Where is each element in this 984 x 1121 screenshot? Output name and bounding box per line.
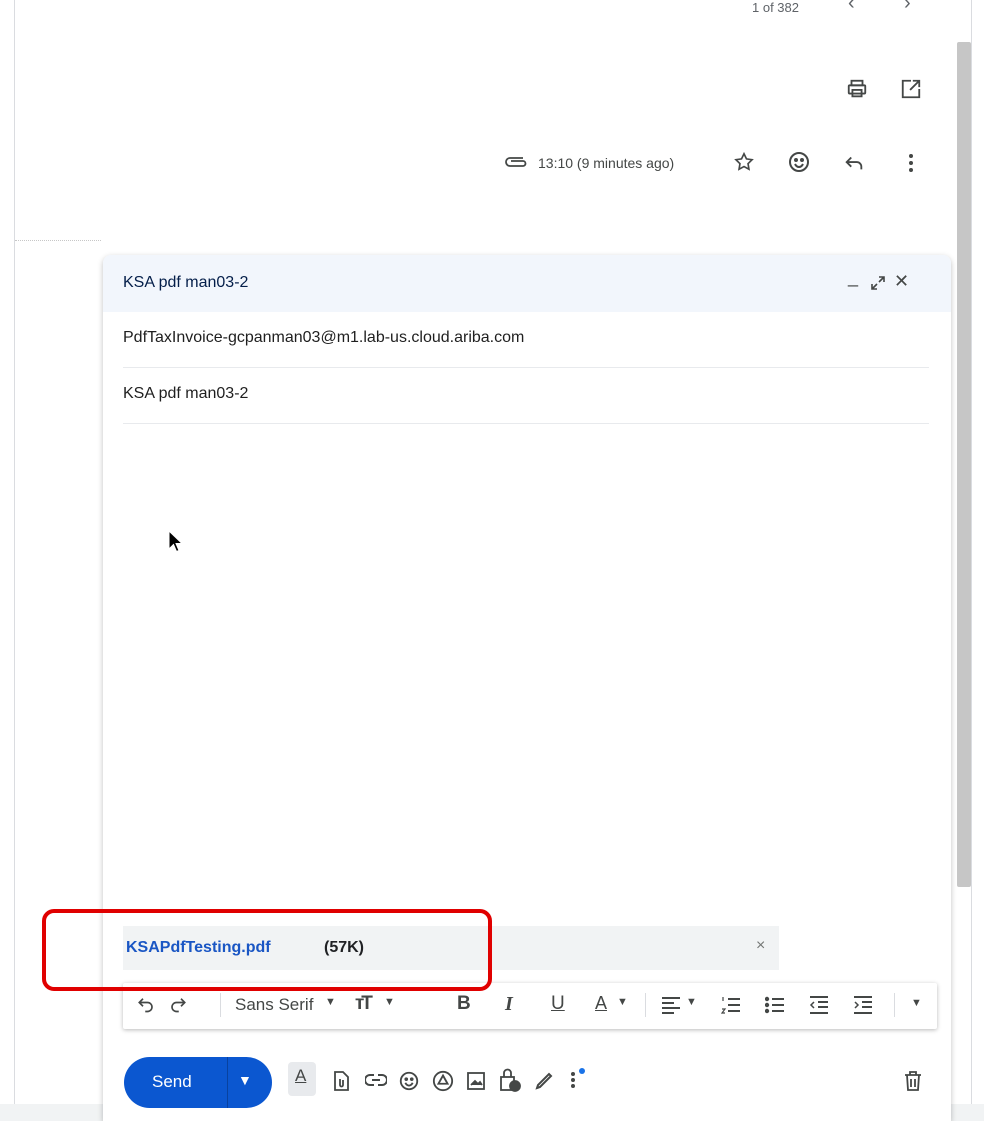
discard-draft-icon[interactable] <box>904 1071 922 1091</box>
send-button[interactable]: Send ▼ <box>124 1057 272 1108</box>
to-value: PdfTaxInvoice-gcpanman03@m1.lab-us.cloud… <box>123 329 525 346</box>
align-icon[interactable] <box>661 996 681 1014</box>
remove-attachment-icon[interactable]: × <box>756 937 765 955</box>
bulleted-list-icon[interactable] <box>765 996 785 1014</box>
underline-icon[interactable]: U <box>551 993 565 1015</box>
text-color-dropdown-icon[interactable]: ▼ <box>617 996 628 1008</box>
message-time: 13:10 (9 minutes ago) <box>538 155 675 171</box>
fullscreen-icon[interactable] <box>870 275 886 291</box>
pagination: 1 of 382 <box>752 0 799 14</box>
redo-icon[interactable] <box>169 995 187 1013</box>
insert-emoji-icon[interactable] <box>398 1070 420 1092</box>
bold-icon[interactable]: B <box>457 993 471 1015</box>
attachment-icon <box>503 153 529 171</box>
send-label: Send <box>152 1072 192 1091</box>
formatting-options-icon[interactable]: A <box>295 1066 306 1086</box>
compose-header[interactable]: KSA pdf man03-2 _ ✕ <box>103 255 951 312</box>
font-family-select[interactable]: Sans Serif <box>235 995 313 1015</box>
text-size-icon[interactable]: ᴛT <box>355 993 373 1015</box>
indent-less-icon[interactable] <box>809 996 829 1014</box>
confidential-mode-icon[interactable] <box>499 1067 521 1093</box>
to-field[interactable]: PdfTaxInvoice-gcpanman03@m1.lab-us.cloud… <box>123 312 929 368</box>
send-options-icon[interactable]: ▼ <box>238 1072 252 1088</box>
emoji-reaction-icon[interactable] <box>787 150 811 174</box>
subject-field[interactable]: KSA pdf man03-2 <box>123 368 929 424</box>
text-color-icon[interactable]: A <box>595 993 607 1014</box>
highlight-box <box>42 909 492 991</box>
subject-value: KSA pdf man03-2 <box>123 385 249 402</box>
signature-pen-icon[interactable] <box>534 1071 554 1091</box>
scrollbar[interactable] <box>957 42 971 887</box>
next-icon[interactable]: › <box>904 0 911 15</box>
divider <box>15 240 101 241</box>
pagination-text: 1 of 382 <box>752 0 799 14</box>
more-options-icon[interactable] <box>568 1068 586 1092</box>
italic-icon[interactable]: I <box>505 993 513 1016</box>
undo-icon[interactable] <box>137 995 155 1013</box>
previous-icon[interactable]: ‹ <box>848 0 855 15</box>
reply-icon[interactable] <box>843 152 865 174</box>
minimize-icon[interactable]: _ <box>848 267 858 288</box>
star-icon[interactable] <box>733 151 755 173</box>
print-icon[interactable] <box>846 78 868 100</box>
insert-link-icon[interactable] <box>365 1073 387 1087</box>
align-dropdown-icon[interactable]: ▼ <box>686 996 697 1008</box>
numbered-list-icon[interactable] <box>721 996 741 1014</box>
toolbar-separator <box>894 993 895 1017</box>
google-drive-icon[interactable] <box>432 1070 454 1092</box>
text-size-dropdown-icon[interactable]: ▼ <box>384 996 395 1008</box>
compose-title: KSA pdf man03-2 <box>123 274 249 291</box>
more-options-icon[interactable] <box>904 152 918 174</box>
more-formatting-icon[interactable]: ▼ <box>911 997 922 1009</box>
close-icon[interactable]: ✕ <box>894 271 909 292</box>
insert-photo-icon[interactable] <box>466 1071 486 1091</box>
font-dropdown-arrow-icon[interactable]: ▼ <box>325 996 336 1008</box>
toolbar-separator <box>645 993 646 1017</box>
indent-more-icon[interactable] <box>853 996 873 1014</box>
attach-file-icon[interactable] <box>333 1071 349 1091</box>
mouse-cursor-icon <box>168 529 184 559</box>
send-split-divider <box>227 1057 228 1108</box>
toolbar-separator <box>220 993 221 1017</box>
open-new-window-icon[interactable] <box>900 78 922 100</box>
